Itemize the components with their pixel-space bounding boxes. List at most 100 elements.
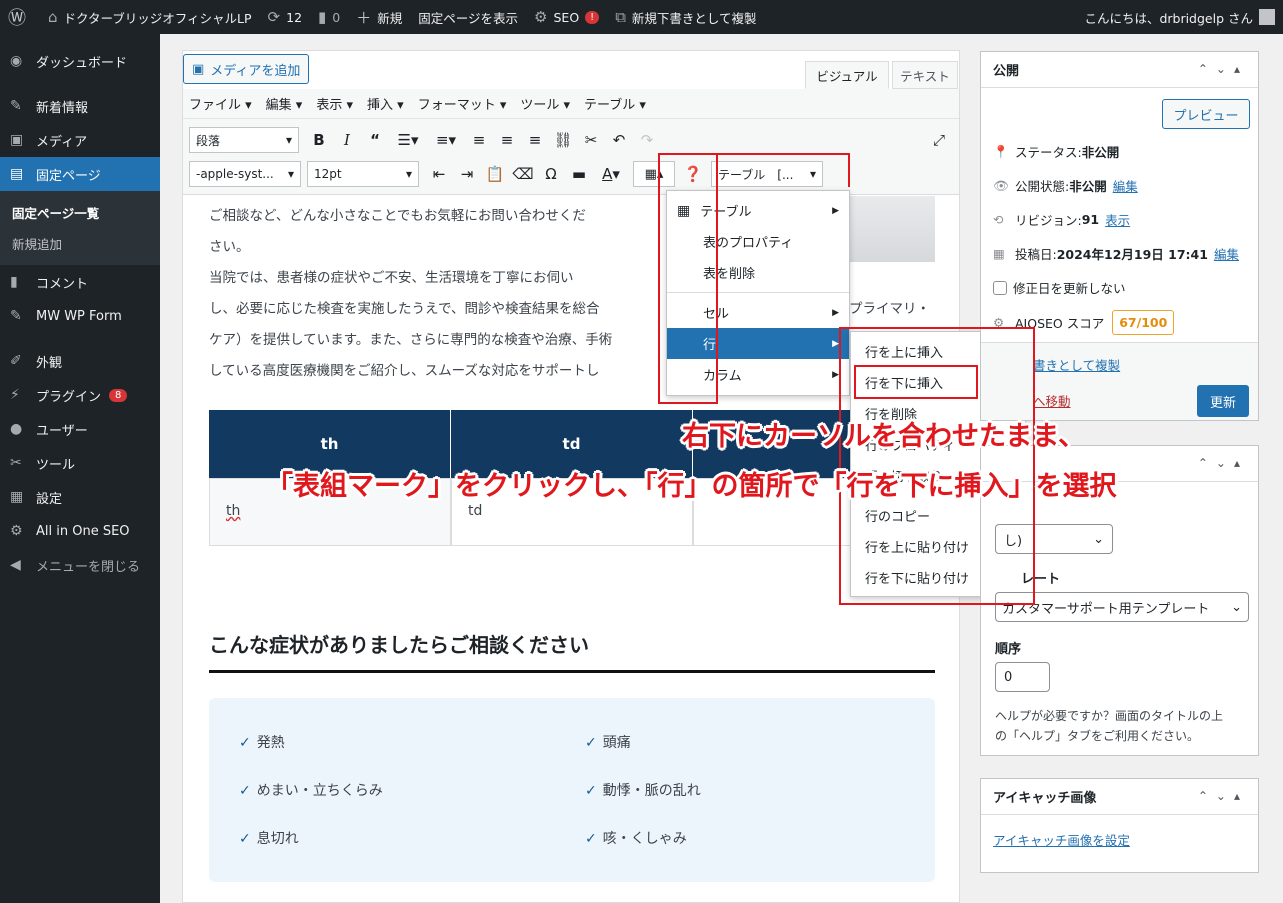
paste-icon[interactable]: 📋 xyxy=(481,161,509,187)
symptom-item: ✓ めまい・立ちくらみ xyxy=(239,783,383,799)
paragraph-line: 当院では、患者様の症状やご不安、生活環境を丁寧にお伺い xyxy=(209,270,574,286)
paragraph-line: し、必要に応じた検査を実施したうえで、問診や検査結果を総合 xyxy=(209,301,600,317)
check-icon: ✓ xyxy=(239,783,251,799)
text-color-icon[interactable]: A ▾ xyxy=(593,161,629,187)
site-name-link[interactable]: ⌂ ドクターブリッジオフィシャルLP xyxy=(40,0,260,34)
tab-text[interactable]: テキスト xyxy=(892,61,958,89)
clear-format-icon[interactable]: ⌫ xyxy=(509,161,537,187)
plugin-update-badge: 8 xyxy=(109,388,128,402)
updates-link[interactable]: ⟳ 12 xyxy=(260,0,310,34)
menu-format[interactable]: フォーマット ▾ xyxy=(418,94,507,113)
order-input[interactable]: 0 xyxy=(995,662,1050,692)
admin-bar: Ⓦ ⌂ ドクターブリッジオフィシャルLP ⟳ 12 ▮ 0 ＋新規 固定ページを表示 … xyxy=(0,0,1283,34)
update-button[interactable]: 更新 xyxy=(1197,385,1249,417)
duplicate-draft-link[interactable]: 書きとして複製 xyxy=(1033,355,1120,374)
symptom-item: ✓ 息切れ xyxy=(239,831,299,847)
symptom-item: ✓ 動悸・脈の乱れ xyxy=(585,783,701,799)
align-right-icon[interactable]: ≡ xyxy=(521,127,549,153)
unlink-icon[interactable]: ✂ xyxy=(577,127,605,153)
revisions-row: ⟲ リビジョン: 91 表示 xyxy=(993,210,1131,229)
submenu-item-all-pages[interactable]: 固定ページ一覧 xyxy=(0,197,160,228)
sidebar-item-users[interactable]: ● ユーザー xyxy=(0,412,160,446)
comments-link[interactable]: ▮ 0 xyxy=(310,0,348,34)
history-icon: ⟲ xyxy=(993,212,1004,227)
sidebar-item-plugins[interactable]: ⚡ プラグイン 8 xyxy=(0,378,160,412)
fullscreen-icon[interactable]: ⤢ xyxy=(925,127,953,153)
sidebar-item-news[interactable]: ✎ 新着情報 xyxy=(0,89,160,123)
aioseo-icon: ⚙ xyxy=(10,523,23,539)
sidebar-item-pages[interactable]: ▤ 固定ページ xyxy=(0,157,160,191)
italic-icon[interactable]: I xyxy=(333,127,361,153)
set-featured-image-link[interactable]: アイキャッチ画像を設定 xyxy=(993,830,1130,849)
font-size-select[interactable]: 12pt ▾ xyxy=(307,161,419,187)
submenu-item-add-new[interactable]: 新規追加 xyxy=(0,228,160,259)
media-icon: ▣ xyxy=(192,61,205,77)
sidebar-item-tools[interactable]: ✂ ツール xyxy=(0,446,160,480)
menu-table[interactable]: テーブル ▾ xyxy=(584,94,646,113)
wordpress-logo-icon[interactable]: Ⓦ xyxy=(0,0,40,34)
box-controls[interactable]: ⌃⌄▴ xyxy=(1198,456,1248,470)
hr-icon[interactable]: ▬ xyxy=(565,161,593,187)
symptom-box: ✓ 発熱 ✓ 頭痛 ✓ めまい・立ちくらみ ✓ 動悸・脈の乱れ ✓ 息切れ ✓ 咳・くしゃみ xyxy=(209,698,935,882)
align-left-icon[interactable]: ≡ xyxy=(465,127,493,153)
box-controls[interactable]: ⌃⌄▴ xyxy=(1198,62,1248,76)
undo-icon[interactable]: ↶ xyxy=(605,127,633,153)
outdent-icon[interactable]: ⇤ xyxy=(425,161,453,187)
numbered-list-icon[interactable]: ≡▾ xyxy=(427,127,465,153)
format-select[interactable]: 段落 ▾ xyxy=(189,127,299,153)
menu-view[interactable]: 表示 ▾ xyxy=(316,94,353,113)
check-icon: ✓ xyxy=(585,831,597,847)
align-center-icon[interactable]: ≡ xyxy=(493,127,521,153)
preview-button[interactable]: プレビュー xyxy=(1162,99,1250,129)
sidebar-item-appearance[interactable]: ✐ 外観 xyxy=(0,344,160,378)
paragraph-line: ご相談など、どんな小さなことでもお気軽にお問い合わせくだ xyxy=(209,208,586,224)
aioseo-score-badge[interactable]: 67/100 xyxy=(1112,310,1175,335)
tab-visual[interactable]: ビジュアル xyxy=(805,61,889,89)
copy-icon: ⧉ xyxy=(615,8,626,26)
font-family-select[interactable]: -apple-syst... ▾ xyxy=(189,161,301,187)
sidebar-item-comments[interactable]: ▮ コメント xyxy=(0,265,160,299)
dashboard-icon: ◉ xyxy=(10,53,23,69)
trash-link[interactable]: へ移動 xyxy=(1033,391,1071,410)
home-icon: ⌂ xyxy=(48,8,58,26)
link-icon[interactable]: ⛓ xyxy=(549,127,577,153)
special-char-icon[interactable]: Ω xyxy=(537,161,565,187)
bold-icon[interactable]: B xyxy=(305,127,333,153)
checkbox[interactable] xyxy=(993,280,1007,295)
chevron-down-icon: ⌄ xyxy=(1093,531,1104,547)
indent-icon[interactable]: ⇥ xyxy=(453,161,481,187)
box-controls[interactable]: ⌃⌄▴ xyxy=(1198,789,1248,803)
sidebar-item-collapse[interactable]: ◀ メニューを閉じる xyxy=(0,548,160,582)
new-content-link[interactable]: ＋新規 xyxy=(348,0,410,34)
brush-icon: ✐ xyxy=(10,353,22,369)
view-revisions-link[interactable]: 表示 xyxy=(1105,210,1130,229)
menu-edit[interactable]: 編集 ▾ xyxy=(266,94,303,113)
duplicate-draft-link[interactable]: ⧉ 新規下書きとして複製 xyxy=(607,0,764,34)
view-page-link[interactable]: 固定ページを表示 xyxy=(410,0,526,34)
dropdown-arrow-icon: ▾ xyxy=(405,167,412,181)
toolbar-row-1: 段落 ▾ B I “ ☰▾ ≡▾ ≡ ≡ ≡ ⛓ ✂ ↶ ↷ ⤢ xyxy=(189,127,945,153)
refresh-icon: ⟳ xyxy=(267,8,281,26)
annotation-text: 右下にカーソルを合わせたまま、 xyxy=(682,421,1086,452)
pages-submenu: 固定ページ一覧 新規追加 xyxy=(0,191,160,265)
menu-file[interactable]: ファイル ▾ xyxy=(189,94,252,113)
sidebar-item-mw-wp-form[interactable]: ✎ MW WP Form xyxy=(0,299,160,333)
menu-tools[interactable]: ツール ▾ xyxy=(520,94,570,113)
sidebar-item-dashboard[interactable]: ◉ ダッシュボード xyxy=(0,44,160,78)
seo-menu[interactable]: ⚙ SEO! xyxy=(526,0,607,34)
menu-insert[interactable]: 挿入 ▾ xyxy=(367,94,404,113)
blockquote-icon[interactable]: “ xyxy=(361,127,389,153)
account-menu[interactable]: こんにちは、drbridgelp さん xyxy=(1076,0,1283,34)
bullet-list-icon[interactable]: ☰▾ xyxy=(389,127,427,153)
doctor-photo xyxy=(845,196,935,262)
sidebar-item-settings[interactable]: ▦ 設定 xyxy=(0,480,160,514)
add-media-button[interactable]: ▣ メディアを追加 xyxy=(183,54,310,84)
sidebar-item-aioseo[interactable]: ⚙ All in One SEO xyxy=(0,514,160,548)
redo-icon[interactable]: ↷ xyxy=(633,127,661,153)
edit-date-link[interactable]: 編集 xyxy=(1214,244,1239,263)
symptom-item: ✓ 発熱 xyxy=(239,735,285,751)
collapse-icon: ◀ xyxy=(10,557,21,573)
sidebar-item-media[interactable]: ▣ メディア xyxy=(0,123,160,157)
chevron-right-icon: ▶ xyxy=(832,307,839,318)
edit-visibility-link[interactable]: 編集 xyxy=(1113,176,1138,195)
